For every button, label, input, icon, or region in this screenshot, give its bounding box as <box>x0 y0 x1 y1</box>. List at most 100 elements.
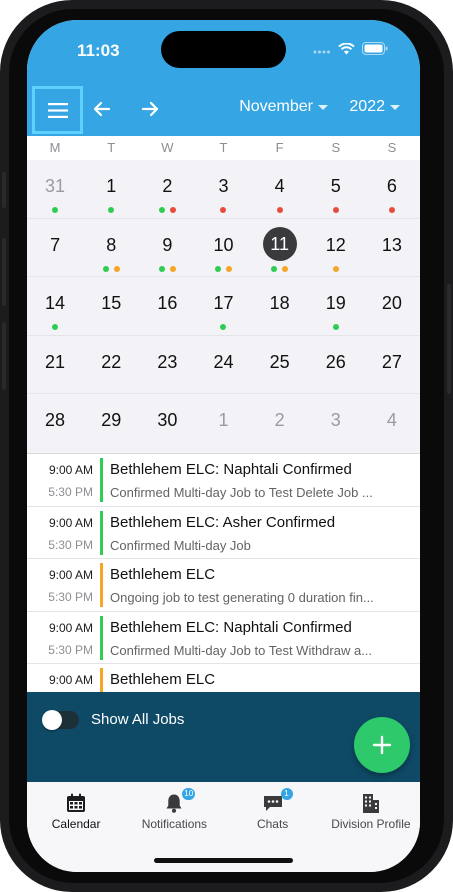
calendar-day[interactable]: 14 <box>27 277 83 335</box>
job-list-item[interactable]: 9:00 AM Bethlehem ELC <box>27 664 420 692</box>
tab-chats[interactable]: 1 Chats <box>224 782 322 842</box>
calendar-day[interactable]: 3 <box>195 160 251 218</box>
calendar-day[interactable]: 4 <box>364 394 420 453</box>
job-status-bar <box>100 615 103 660</box>
menu-button[interactable] <box>32 86 83 134</box>
wifi-icon <box>338 42 355 60</box>
calendar-day[interactable]: 30 <box>139 394 195 453</box>
power-button <box>447 284 451 394</box>
calendar-day[interactable]: 17 <box>195 277 251 335</box>
calendar-day[interactable]: 23 <box>139 336 195 394</box>
calendar-day[interactable]: 9 <box>139 219 195 277</box>
event-dots <box>195 324 251 331</box>
toggle-knob <box>42 710 62 730</box>
calendar-day[interactable]: 2 <box>252 394 308 453</box>
job-start-time: 9:00 AM <box>48 515 93 530</box>
volume-down-button <box>2 322 6 390</box>
tab-notifications[interactable]: 10 Notifications <box>125 782 223 842</box>
calendar-day[interactable]: 15 <box>83 277 139 335</box>
weekday-label: S <box>387 140 397 155</box>
job-status-bar <box>100 563 103 607</box>
calendar-day[interactable]: 6 <box>364 160 420 218</box>
day-number: 28 <box>45 410 66 431</box>
calendar-day[interactable]: 1 <box>195 394 251 453</box>
year-select[interactable]: 2022 <box>349 98 400 116</box>
job-title: Bethlehem ELC: Naphtali Confirmed <box>110 461 352 478</box>
calendar-day[interactable]: 22 <box>83 336 139 394</box>
tab-division-profile[interactable]: Division Profile <box>322 782 420 842</box>
signal-icon <box>313 42 331 60</box>
year-select-value: 2022 <box>349 98 385 115</box>
day-number: 4 <box>386 410 397 431</box>
event-dot-green <box>52 207 59 213</box>
job-end-time: 5:30 PM <box>48 485 93 499</box>
event-dot-orange <box>169 265 176 272</box>
calendar-day[interactable]: 13 <box>364 219 420 277</box>
job-title: Bethlehem ELC <box>110 671 216 688</box>
event-dot-red <box>276 207 283 213</box>
calendar-day[interactable]: 7 <box>27 219 83 277</box>
tab-calendar[interactable]: Calendar <box>27 782 125 842</box>
calendar-day[interactable]: 31 <box>27 160 83 218</box>
notifications-badge: 10 <box>182 788 196 800</box>
job-list-item[interactable]: 9:00 AM 5:30 PM Bethlehem ELC: Naphtali Co… <box>27 454 420 507</box>
weekday-label: M <box>49 140 61 155</box>
calendar-day[interactable]: 24 <box>195 336 251 394</box>
calendar-day[interactable]: 4 <box>252 160 308 218</box>
calendar-week: 14 15 16 17 18 19 20 <box>27 277 420 336</box>
event-dot-orange <box>113 265 120 272</box>
job-title: Bethlehem ELC: Naphtali Confirmed <box>110 618 352 636</box>
event-dots <box>252 265 308 272</box>
day-number: 12 <box>325 234 346 255</box>
calendar-day[interactable]: 1 <box>83 160 139 218</box>
dynamic-island <box>161 31 286 68</box>
day-number: 18 <box>269 293 290 314</box>
calendar-day[interactable]: 10 <box>195 219 251 277</box>
add-job-button[interactable] <box>354 717 410 773</box>
calendar-day[interactable]: 18 <box>252 277 308 335</box>
job-title: Bethlehem ELC: Asher Confirmed <box>110 513 336 531</box>
show-all-jobs-toggle[interactable] <box>42 710 79 730</box>
calendar-day[interactable]: 27 <box>364 336 420 394</box>
calendar-day[interactable]: 11 <box>252 219 308 277</box>
calendar-day[interactable]: 28 <box>27 394 83 453</box>
calendar-day[interactable]: 19 <box>308 277 364 335</box>
calendar-day[interactable]: 29 <box>83 394 139 453</box>
calendar-day[interactable]: 16 <box>139 277 195 335</box>
job-status-bar <box>100 510 103 555</box>
event-dot-orange <box>225 265 232 272</box>
day-number: 7 <box>50 234 61 255</box>
job-status-bar <box>100 668 103 692</box>
calendar-day[interactable]: 25 <box>252 336 308 394</box>
calendar-day[interactable]: 3 <box>308 394 364 453</box>
chevron-down-icon <box>318 104 328 110</box>
job-list-item[interactable]: 9:00 AM 5:30 PM Bethlehem ELC: Asher Confi… <box>27 507 420 559</box>
next-month-button[interactable] <box>137 96 163 122</box>
app-screen: 11:03 November 2022 M T W T F S S 31 1 2… <box>27 20 420 872</box>
status-bar: 11:03 <box>27 20 420 84</box>
job-list-item[interactable]: 9:00 AM 5:30 PM Bethlehem ELC: Naphtali Co… <box>27 612 420 664</box>
day-number: 16 <box>157 293 178 314</box>
previous-month-button[interactable] <box>89 96 115 122</box>
event-dot-orange <box>332 265 339 272</box>
day-number: 22 <box>101 351 122 372</box>
calendar-day[interactable]: 26 <box>308 336 364 394</box>
calendar-day[interactable]: 2 <box>139 160 195 218</box>
event-dot-red <box>169 207 176 213</box>
job-subtitle: Confirmed Multi-day Job <box>110 537 251 553</box>
calendar-day[interactable]: 8 <box>83 219 139 277</box>
event-dot-orange <box>282 265 289 272</box>
day-number: 19 <box>325 293 346 314</box>
calendar-day[interactable]: 21 <box>27 336 83 394</box>
job-list-item[interactable]: 9:00 AM 5:30 PM Bethlehem ELC Ongoing job t… <box>27 559 420 612</box>
day-number: 14 <box>45 293 66 314</box>
calendar-day[interactable]: 12 <box>308 219 364 277</box>
calendar-day[interactable]: 5 <box>308 160 364 218</box>
weekday-label: T <box>107 140 116 155</box>
calendar-day[interactable]: 20 <box>364 277 420 335</box>
month-select[interactable]: November <box>239 98 328 116</box>
day-number: 9 <box>162 234 173 255</box>
event-dots <box>308 265 364 272</box>
event-dots <box>308 324 364 331</box>
day-number: 6 <box>386 176 397 196</box>
